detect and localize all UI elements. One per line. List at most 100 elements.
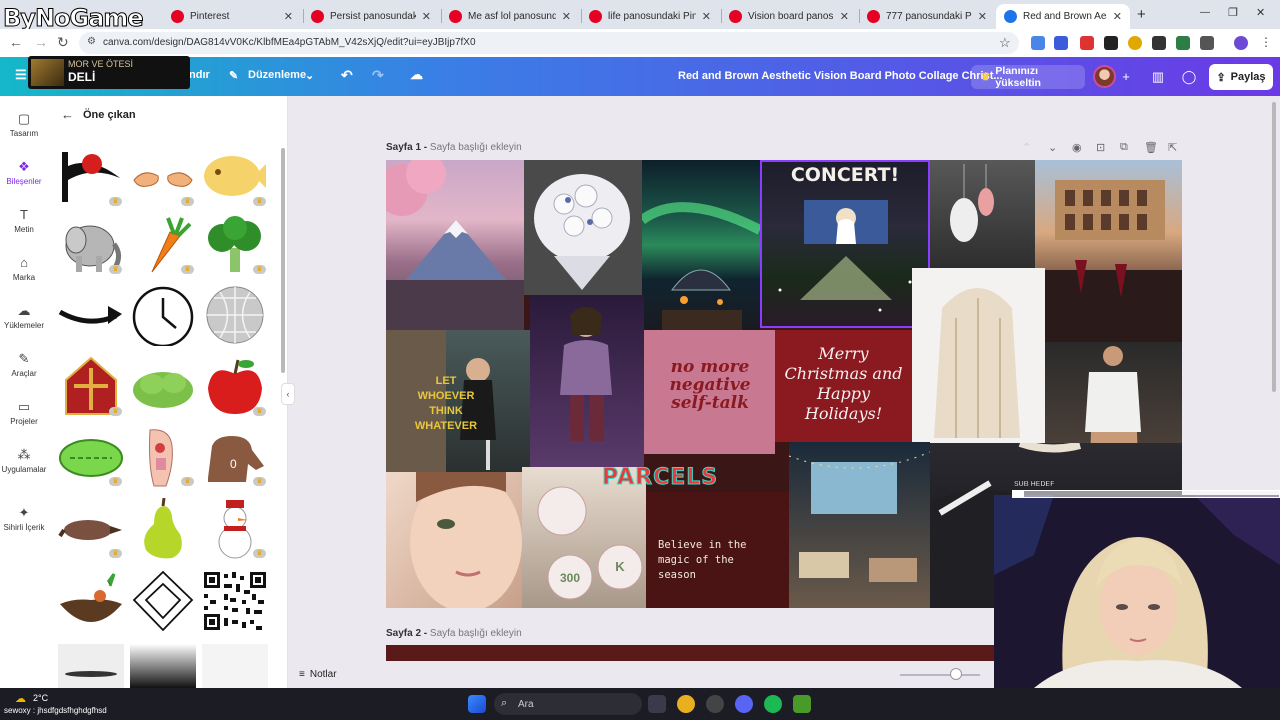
undo-icon[interactable]: ↶: [341, 67, 353, 84]
add-page-icon[interactable]: ⇱: [1168, 141, 1177, 154]
page-2-title[interactable]: Sayfa 2 - Sayfa başlığı ekleyin: [386, 628, 522, 639]
chevron-up-icon[interactable]: ⌃: [1022, 141, 1031, 154]
extension-icon[interactable]: [1054, 36, 1068, 50]
photo-outdoor-cinema[interactable]: [789, 442, 930, 608]
reload-icon[interactable]: ↻: [57, 34, 69, 51]
design-page-2[interactable]: [386, 645, 994, 661]
ornament-graphic[interactable]: [130, 570, 196, 632]
close-icon[interactable]: ✕: [284, 10, 293, 23]
anatomy-graphic[interactable]: ♛: [130, 426, 196, 488]
new-tab-icon[interactable]: +: [1137, 6, 1146, 23]
zoom-slider-handle[interactable]: [950, 668, 962, 680]
task-view-icon[interactable]: [648, 695, 666, 713]
bookmark-star-icon[interactable]: ☆: [999, 35, 1011, 51]
canvas-scrollbar[interactable]: [1272, 102, 1276, 392]
back-arrow-icon[interactable]: ←: [61, 107, 74, 122]
quote-no-more[interactable]: no more negative self-talk: [644, 330, 775, 454]
extension-icon[interactable]: [1152, 36, 1166, 50]
design-title[interactable]: Red and Brown Aesthetic Vision Board Pho…: [678, 70, 1003, 82]
lock-icon[interactable]: ⊡: [1096, 141, 1105, 154]
add-collaborator-icon[interactable]: +: [1115, 66, 1137, 88]
extension-icon[interactable]: [1176, 36, 1190, 50]
hamburger-icon[interactable]: ☰: [15, 67, 27, 83]
broccoli-graphic[interactable]: ♛: [202, 214, 268, 276]
hide-icon[interactable]: ◉: [1072, 141, 1082, 154]
quote-believe[interactable]: Believe in the magic of the season: [646, 492, 789, 608]
photo-let-whoever[interactable]: LET WHOEVER THINK WHATEVER: [386, 330, 530, 472]
rail-item-apps[interactable]: ⁂ Uygulamalar: [0, 448, 48, 475]
maximize-icon[interactable]: ❐: [1228, 6, 1238, 19]
analytics-icon[interactable]: ▥: [1147, 66, 1169, 88]
rail-item-projects[interactable]: ▭ Projeler: [0, 400, 48, 427]
photo-mount-fuji[interactable]: [386, 160, 524, 330]
tab-life[interactable]: life panosundaki Pin ✕: [581, 4, 719, 29]
rail-item-tools[interactable]: ✎ Araçlar: [0, 352, 48, 379]
tab-persist[interactable]: Persist panosundaki Pin✕: [303, 4, 439, 29]
menu-dots-icon[interactable]: ⋮: [1260, 35, 1272, 49]
weather-temp[interactable]: 2°C: [33, 693, 48, 703]
user-avatar[interactable]: [1093, 65, 1116, 88]
tab-pinterest[interactable]: Pinterest ✕: [163, 4, 301, 29]
close-icon[interactable]: ✕: [562, 10, 571, 23]
page-1-title[interactable]: Sayfa 1 - Sayfa başlığı ekleyin: [386, 142, 522, 153]
rail-item-brand[interactable]: ⌂ Marka: [0, 256, 48, 283]
photo-concert[interactable]: CONCERT!: [760, 160, 930, 328]
profile-avatar[interactable]: [1234, 36, 1248, 50]
disco-ball-graphic[interactable]: [202, 284, 268, 346]
close-icon[interactable]: ✕: [422, 10, 431, 23]
photo-blonde-hair[interactable]: [912, 268, 1045, 443]
puzzle-icon[interactable]: [1200, 36, 1214, 50]
rail-item-uploads[interactable]: ☁ Yüklemeler: [0, 304, 48, 331]
platypus-graphic[interactable]: ♛: [58, 498, 124, 560]
qr-code-graphic[interactable]: [202, 570, 268, 632]
share-button[interactable]: ⇪ Paylaş: [1209, 64, 1273, 90]
tab-canva-active[interactable]: Red and Brown Aesthetic✕: [996, 4, 1130, 29]
rail-item-magic[interactable]: ✦ Sihirli İçerik: [0, 506, 48, 533]
gradient-graphic[interactable]: [130, 644, 196, 688]
edit-button[interactable]: Düzenleme: [248, 69, 306, 81]
parcels-logo[interactable]: PARCELS: [602, 465, 718, 491]
flag-graphic[interactable]: ♛: [58, 146, 124, 208]
extension-icon[interactable]: [1128, 36, 1142, 50]
close-icon[interactable]: ✕: [702, 10, 711, 23]
collapse-panel-button[interactable]: ‹: [281, 383, 295, 405]
rail-item-elements[interactable]: ❖ Bileşenler: [0, 160, 48, 187]
hands-graphic[interactable]: ♛: [130, 146, 196, 208]
chevron-down-icon[interactable]: ⌄: [1048, 141, 1057, 154]
capybara-graphic[interactable]: 0 ♛: [202, 426, 268, 488]
window-close-icon[interactable]: ✕: [1256, 6, 1265, 19]
photo-skin[interactable]: [386, 472, 522, 608]
comment-icon[interactable]: ◯: [1178, 66, 1200, 88]
discord-icon[interactable]: [735, 695, 753, 713]
translate-extension-icon[interactable]: [1031, 36, 1045, 50]
snowman-graphic[interactable]: ♛: [202, 498, 268, 560]
nest-graphic[interactable]: [58, 570, 124, 632]
chrome-icon[interactable]: [677, 695, 695, 713]
fish-bread-graphic[interactable]: ♛: [202, 146, 268, 208]
file-button-label[interactable]: ndır: [189, 69, 210, 81]
close-icon[interactable]: ✕: [1113, 10, 1122, 23]
taskbar-search[interactable]: ⌕ Ara: [494, 693, 642, 715]
photo-colosseum[interactable]: [1035, 160, 1182, 342]
photo-aurora-dome[interactable]: [642, 160, 760, 330]
tab-777[interactable]: 777 panosundaki Pin ✕: [859, 4, 995, 29]
url-field[interactable]: ⚙ canva.com/design/DAG814vV0Kc/KlbfMEa4p…: [79, 32, 1019, 54]
clock-graphic[interactable]: [130, 284, 196, 348]
blank-graphic[interactable]: [202, 644, 268, 688]
panel-scrollbar[interactable]: [281, 148, 285, 373]
live-app-icon[interactable]: [793, 695, 811, 713]
site-info-icon[interactable]: ⚙: [87, 36, 96, 47]
photo-singer[interactable]: [530, 295, 644, 467]
arrow-graphic[interactable]: [58, 284, 124, 346]
carrot-graphic[interactable]: ♛: [130, 214, 196, 276]
close-icon[interactable]: ✕: [840, 10, 849, 23]
rail-item-text[interactable]: T Metin: [0, 208, 48, 235]
obs-icon[interactable]: [706, 695, 724, 713]
tab-me-asf[interactable]: Me asf lol panosundaki P✕: [441, 4, 579, 29]
close-icon[interactable]: ✕: [978, 10, 987, 23]
redo-icon[interactable]: ↷: [372, 67, 384, 84]
rail-item-design[interactable]: ▢ Tasarım: [0, 112, 48, 139]
chloroplast-graphic[interactable]: ♛: [58, 426, 124, 488]
tab-vision-board[interactable]: Vision board panosunda✕: [721, 4, 857, 29]
duplicate-icon[interactable]: ⧉: [1120, 141, 1128, 154]
